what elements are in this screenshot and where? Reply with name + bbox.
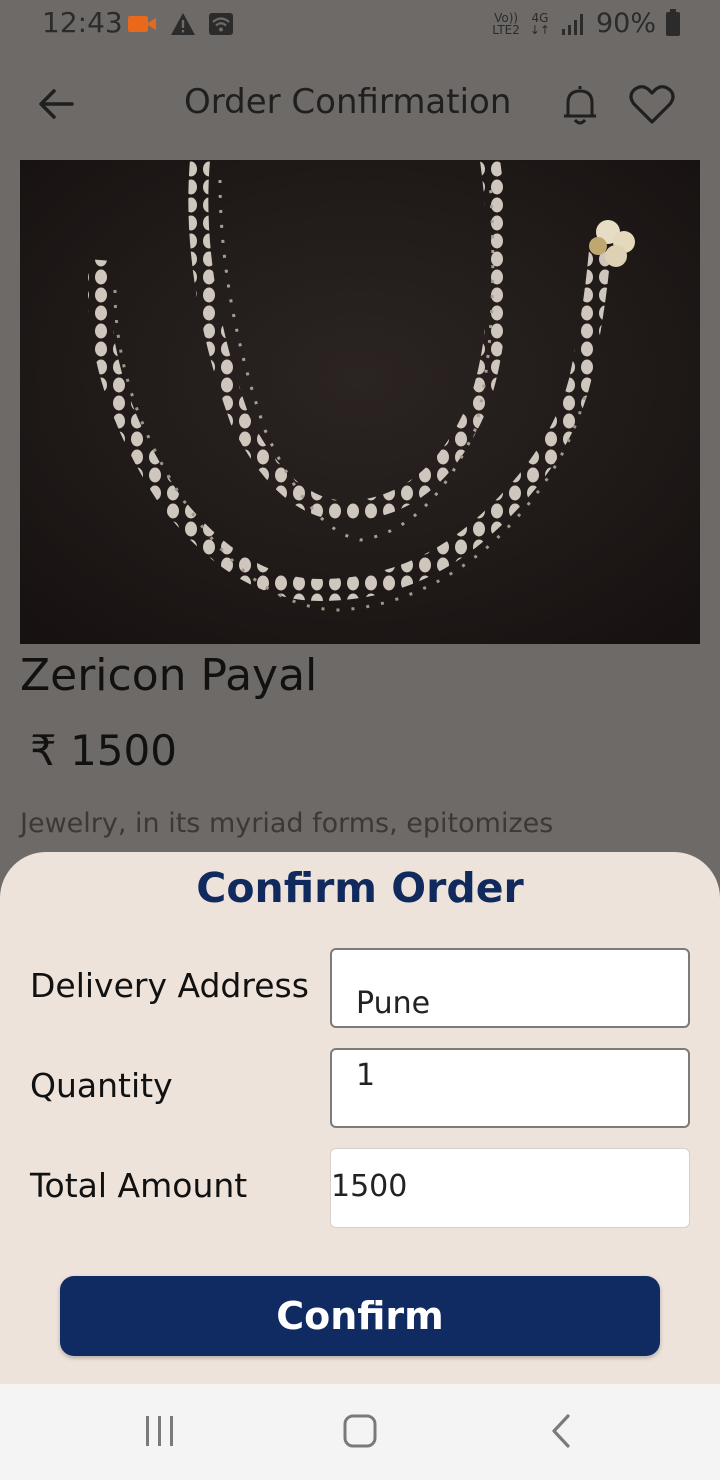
- wifi-icon: [209, 13, 233, 35]
- status-time: 12:43: [42, 6, 123, 39]
- total-amount-value: 1500: [331, 1169, 408, 1204]
- page-title: Order Confirmation: [184, 82, 512, 122]
- back-icon[interactable]: [542, 1412, 582, 1452]
- home-icon[interactable]: [340, 1412, 380, 1452]
- quantity-field[interactable]: 1: [330, 1048, 690, 1128]
- total-amount-label: Total Amount: [30, 1166, 248, 1205]
- recent-apps-icon[interactable]: [140, 1412, 180, 1452]
- back-arrow-icon[interactable]: [34, 82, 78, 126]
- battery-icon: [666, 8, 680, 36]
- app-bar: Order Confirmation: [0, 60, 720, 150]
- delivery-address-value: Pune: [356, 986, 431, 1021]
- heart-icon[interactable]: [628, 82, 676, 126]
- product-image: [20, 160, 700, 644]
- system-nav-bar: [0, 1384, 720, 1480]
- signal-icon: [561, 13, 583, 35]
- bell-icon[interactable]: [558, 82, 602, 128]
- battery-percent: 90%: [595, 8, 656, 39]
- confirm-order-sheet: Confirm Order Delivery Address Pune Quan…: [0, 852, 720, 1384]
- status-left-icons: [128, 12, 234, 36]
- volte-indicator: Vo)) LTE2: [492, 12, 520, 36]
- order-confirmation-screen: 12:43 Vo)) LTE2 4G ↓↑ 90% Order Confirma…: [0, 0, 720, 1480]
- total-amount-field[interactable]: 1500: [330, 1148, 690, 1228]
- quantity-value: 1: [356, 1058, 376, 1093]
- video-record-icon: [128, 13, 158, 35]
- status-right: Vo)) LTE2 4G ↓↑ 90%: [492, 8, 680, 39]
- volte-bottom: LTE2: [492, 22, 520, 37]
- product-price: ₹ 1500: [30, 726, 177, 775]
- delivery-address-label: Delivery Address: [30, 966, 309, 1005]
- quantity-label: Quantity: [30, 1066, 173, 1105]
- product-description: Jewelry, in its myriad forms, epitomizes: [20, 808, 554, 839]
- status-bar: 12:43 Vo)) LTE2 4G ↓↑ 90%: [0, 0, 720, 50]
- warning-icon: [171, 13, 195, 35]
- sheet-title: Confirm Order: [196, 864, 524, 912]
- confirm-button[interactable]: Confirm: [60, 1276, 660, 1356]
- network-type: 4G ↓↑: [530, 12, 550, 36]
- network-type-label: 4G: [531, 10, 549, 25]
- data-arrows-icon: ↓↑: [529, 22, 550, 37]
- delivery-address-field[interactable]: Pune: [330, 948, 690, 1028]
- product-name: Zericon Payal: [20, 650, 318, 701]
- anklet-photo: [20, 160, 700, 644]
- volte-top: Vo)): [494, 10, 519, 25]
